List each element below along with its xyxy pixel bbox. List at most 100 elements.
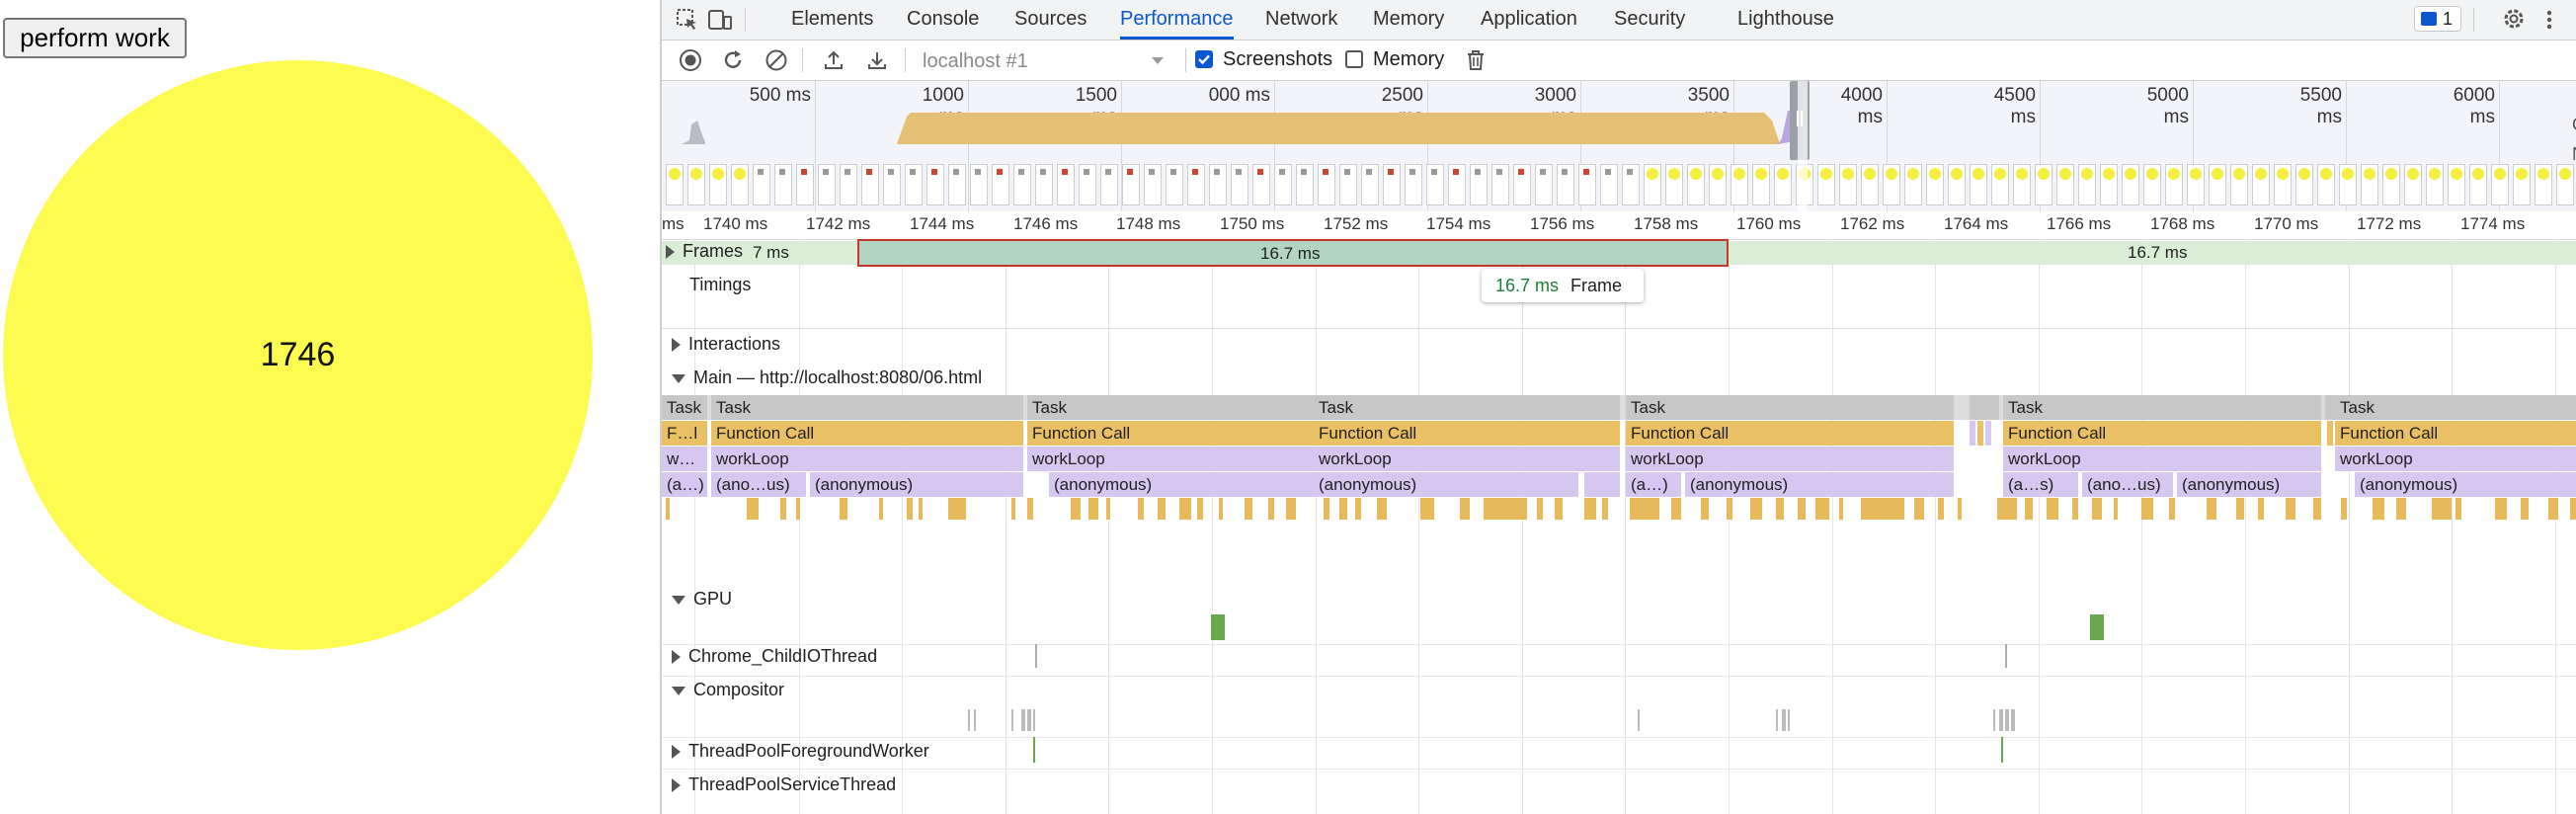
- compositor-task-tick[interactable]: [1011, 709, 1013, 731]
- more-options-icon[interactable]: [2544, 8, 2554, 32]
- task-block[interactable]: Task: [662, 395, 707, 420]
- script-slice[interactable]: [1798, 498, 1806, 520]
- screenshot-thumbnail[interactable]: [861, 164, 879, 205]
- tab-memory[interactable]: Memory: [1373, 0, 1444, 40]
- tab-performance[interactable]: Performance: [1120, 0, 1234, 40]
- frame-block-right[interactable]: 16.7 ms: [1727, 241, 2576, 265]
- screenshot-thumbnail[interactable]: [2209, 164, 2226, 205]
- screenshot-thumbnail[interactable]: [1926, 164, 1944, 205]
- task-block[interactable]: Task: [2335, 395, 2576, 420]
- compositor-task-tick[interactable]: [1027, 709, 1031, 731]
- screenshot-thumbnail[interactable]: [1904, 164, 1922, 205]
- script-slice[interactable]: [1197, 498, 1203, 520]
- script-slice[interactable]: [1671, 498, 1681, 520]
- screenshot-thumbnail[interactable]: [1687, 164, 1705, 205]
- screenshot-thumbnail[interactable]: [2078, 164, 2096, 205]
- memory-checkbox[interactable]: [1345, 50, 1363, 68]
- compositor-task-tick[interactable]: [1638, 709, 1640, 731]
- screenshot-thumbnail[interactable]: [1209, 164, 1227, 205]
- screenshot-thumbnail[interactable]: [1839, 164, 1857, 205]
- script-slice[interactable]: [2373, 498, 2384, 520]
- io-task-tick[interactable]: [2005, 644, 2007, 668]
- screenshot-thumbnail[interactable]: [2556, 164, 2574, 205]
- script-slice[interactable]: [958, 498, 966, 520]
- screenshot-thumbnail[interactable]: [1166, 164, 1183, 205]
- workloop-block[interactable]: workLoop: [1314, 447, 1620, 471]
- compositor-task-tick[interactable]: [974, 709, 976, 731]
- issues-badge[interactable]: 1: [2414, 6, 2461, 32]
- script-slice[interactable]: [840, 498, 847, 520]
- gpu-task-block[interactable]: [1211, 614, 1225, 640]
- function-call-block[interactable]: Function Call: [1314, 421, 1620, 446]
- interactions-track-label[interactable]: Interactions: [672, 334, 780, 355]
- reload-record-icon[interactable]: [721, 48, 745, 72]
- script-slice[interactable]: [1997, 498, 2017, 520]
- script-slice[interactable]: [796, 498, 800, 520]
- script-slice[interactable]: [1555, 498, 1563, 520]
- screenshot-thumbnail[interactable]: [2317, 164, 2335, 205]
- screenshot-thumbnail[interactable]: [1535, 164, 1553, 205]
- script-slice[interactable]: [1027, 498, 1033, 520]
- screenshot-thumbnail[interactable]: [1883, 164, 1900, 205]
- task-block[interactable]: Task: [1314, 395, 1620, 420]
- task-block[interactable]: [2325, 395, 2335, 420]
- workloop-block[interactable]: w…: [662, 447, 707, 471]
- compositor-task-tick[interactable]: [1782, 709, 1786, 731]
- screenshot-thumbnail[interactable]: [883, 164, 901, 205]
- script-slice[interactable]: [1179, 498, 1191, 520]
- compositor-task-tick[interactable]: [1999, 709, 2003, 731]
- script-slice[interactable]: [666, 498, 670, 520]
- script-slice[interactable]: [1914, 498, 1924, 520]
- settings-gear-icon[interactable]: [2501, 6, 2527, 32]
- anonymous-block[interactable]: (anonymous): [2177, 472, 2321, 497]
- workloop-block[interactable]: [1985, 421, 1991, 446]
- script-slice[interactable]: [2114, 498, 2118, 520]
- script-slice[interactable]: [2521, 498, 2529, 520]
- script-slice[interactable]: [1088, 498, 1098, 520]
- task-block[interactable]: Task: [2003, 395, 2321, 420]
- script-slice[interactable]: [2025, 498, 2033, 520]
- script-slice[interactable]: [2236, 498, 2244, 520]
- compositor-task-tick[interactable]: [1021, 709, 1025, 731]
- script-slice[interactable]: [907, 498, 913, 520]
- screenshot-thumbnail[interactable]: [753, 164, 770, 205]
- screenshot-thumbnail[interactable]: [1144, 164, 1162, 205]
- script-slice[interactable]: [879, 498, 883, 520]
- pool-task-tick[interactable]: [1033, 737, 1035, 763]
- screenshot-thumbnail[interactable]: [1557, 164, 1574, 205]
- anonymous-block[interactable]: (anonymous): [1685, 472, 1954, 497]
- script-slice[interactable]: [1377, 498, 1387, 520]
- script-slice[interactable]: [2207, 498, 2216, 520]
- script-slice[interactable]: [1750, 498, 1762, 520]
- pool-svc-track-label[interactable]: ThreadPoolServiceThread: [672, 774, 896, 795]
- anonymous-block[interactable]: (anonymous): [810, 472, 1023, 497]
- inspect-element-icon[interactable]: [676, 8, 699, 32]
- screenshot-thumbnail[interactable]: [1013, 164, 1031, 205]
- script-slice[interactable]: [2169, 498, 2175, 520]
- screenshot-thumbnail[interactable]: [1578, 164, 1596, 205]
- script-slice[interactable]: [1584, 498, 1596, 520]
- record-icon[interactable]: [679, 48, 702, 72]
- screenshot-thumbnail[interactable]: [1383, 164, 1401, 205]
- screenshot-thumbnail[interactable]: [2252, 164, 2270, 205]
- script-slice[interactable]: [1324, 498, 1329, 520]
- script-slice[interactable]: [2341, 498, 2347, 520]
- anonymous-block[interactable]: (anonymous): [1314, 472, 1578, 497]
- script-slice[interactable]: [2455, 498, 2461, 520]
- script-slice[interactable]: [1460, 498, 1470, 520]
- screenshot-thumbnail[interactable]: [2056, 164, 2074, 205]
- anonymous-block[interactable]: (a…): [1626, 472, 1681, 497]
- screenshot-thumbnail[interactable]: [2513, 164, 2531, 205]
- gpu-track-label[interactable]: GPU: [672, 589, 732, 610]
- script-slice[interactable]: [2258, 498, 2264, 520]
- compositor-task-tick[interactable]: [2005, 709, 2009, 731]
- compositor-track-label[interactable]: Compositor: [672, 680, 784, 700]
- function-call-block[interactable]: [1977, 421, 1983, 446]
- script-slice[interactable]: [1339, 498, 1347, 520]
- screenshot-thumbnail[interactable]: [2143, 164, 2161, 205]
- tab-security[interactable]: Security: [1614, 0, 1685, 40]
- script-slice[interactable]: [2495, 498, 2507, 520]
- screenshot-thumbnail[interactable]: [1752, 164, 1770, 205]
- screenshot-thumbnail[interactable]: [1405, 164, 1422, 205]
- screenshot-thumbnail[interactable]: [1970, 164, 1987, 205]
